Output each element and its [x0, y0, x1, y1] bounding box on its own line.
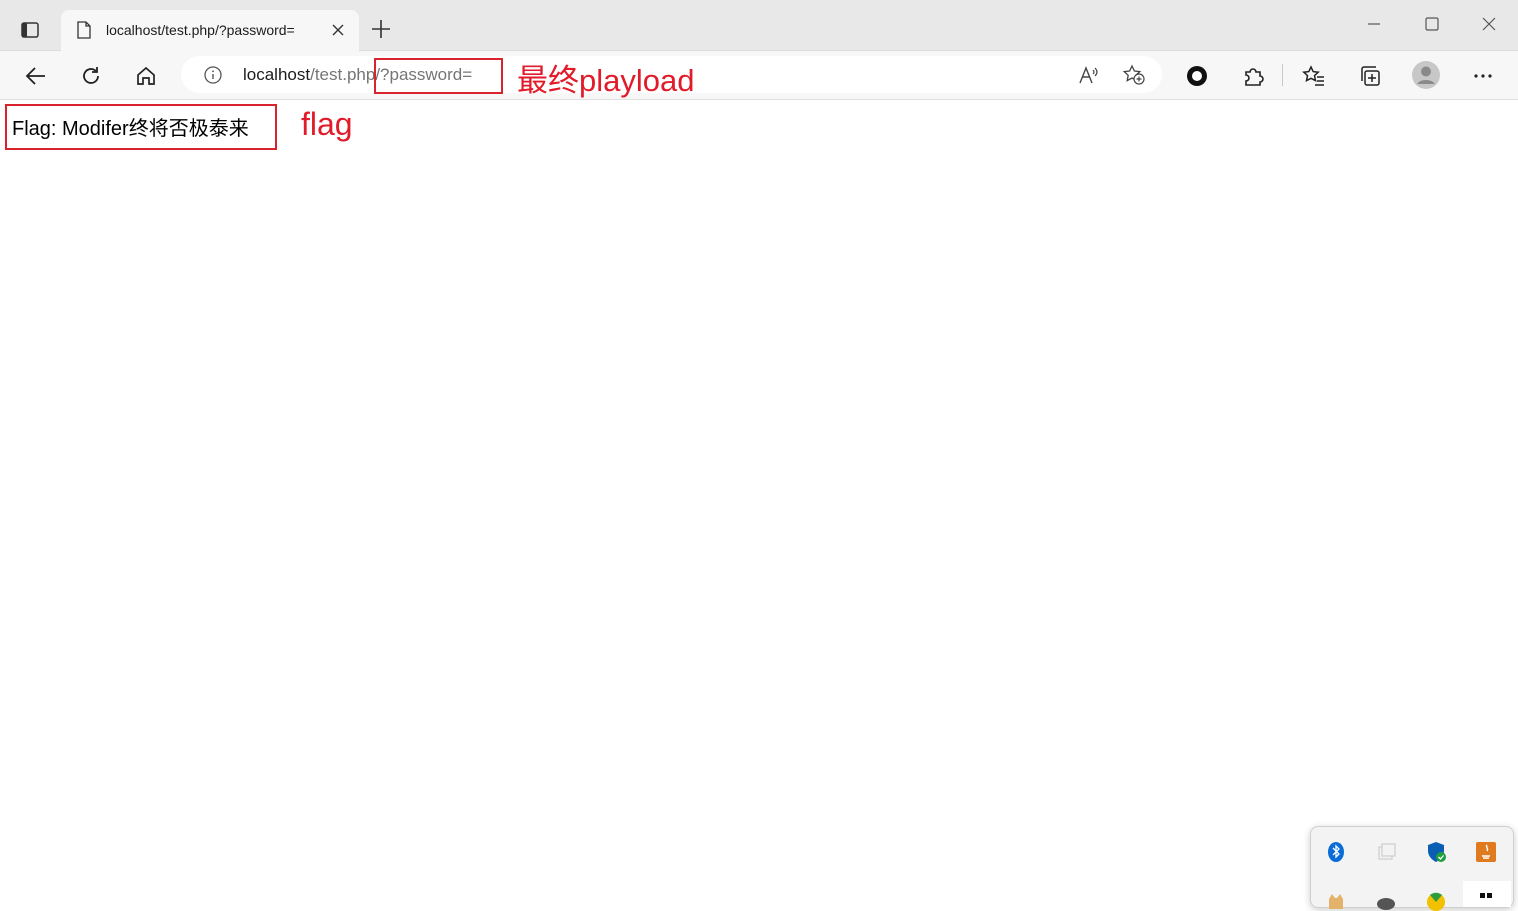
more-icon [1474, 74, 1492, 78]
back-arrow-icon [25, 67, 45, 85]
grid-icon [1480, 893, 1492, 898]
browser-toolbar: localhost/test.php/?password= 最终playload [0, 51, 1518, 100]
flag-annotation: flag [301, 106, 353, 142]
hat-app-icon[interactable] [1375, 889, 1397, 911]
favorites-icon [1302, 65, 1324, 86]
favorites-button[interactable] [1301, 63, 1327, 89]
page-icon [77, 21, 91, 39]
url-host: localhost [243, 65, 311, 84]
tab-actions-icon [21, 22, 39, 38]
payload-highlight-box [374, 58, 503, 94]
collections-button[interactable] [1357, 63, 1383, 89]
window-close-button[interactable] [1481, 16, 1497, 32]
star-add-icon[interactable] [1122, 64, 1146, 86]
new-tab-button[interactable] [370, 18, 392, 40]
tab-actions-button[interactable] [12, 12, 48, 48]
close-icon[interactable] [331, 23, 345, 37]
puzzle-icon [1245, 68, 1264, 86]
grid-app-button[interactable] [1463, 881, 1511, 907]
home-button[interactable] [133, 63, 159, 89]
home-icon [137, 66, 155, 85]
minimize-button[interactable] [1366, 16, 1382, 32]
tab-title: localhost/test.php/?password= [106, 22, 295, 38]
bluetooth-icon[interactable] [1325, 841, 1347, 863]
info-icon[interactable] [203, 65, 223, 85]
maximize-button[interactable] [1424, 16, 1440, 32]
flag-highlight-box [5, 104, 277, 150]
defender-shield-icon[interactable] [1425, 841, 1447, 863]
record-icon [1187, 66, 1207, 86]
tray-overflow-panel [1310, 826, 1514, 911]
extensions-button[interactable] [1240, 63, 1266, 89]
payload-annotation: 最终playload [517, 63, 695, 98]
active-tab[interactable]: localhost/test.php/?password= [61, 10, 359, 51]
more-button[interactable] [1470, 63, 1496, 89]
refresh-button[interactable] [78, 63, 104, 89]
tab-strip: localhost/test.php/?password= [0, 0, 1518, 51]
extension-record-button[interactable] [1184, 63, 1210, 89]
collections-icon [1361, 66, 1380, 86]
cat-app-icon[interactable] [1325, 889, 1347, 911]
java-icon[interactable] [1475, 841, 1497, 863]
refresh-icon [83, 67, 99, 84]
back-button[interactable] [23, 63, 49, 89]
avatar-icon [1412, 61, 1440, 89]
window-icon[interactable] [1375, 841, 1397, 863]
profile-button[interactable] [1410, 59, 1442, 91]
read-aloud-icon[interactable] [1078, 65, 1100, 85]
colorful-app-icon[interactable] [1425, 889, 1447, 911]
toolbar-separator [1282, 64, 1283, 86]
